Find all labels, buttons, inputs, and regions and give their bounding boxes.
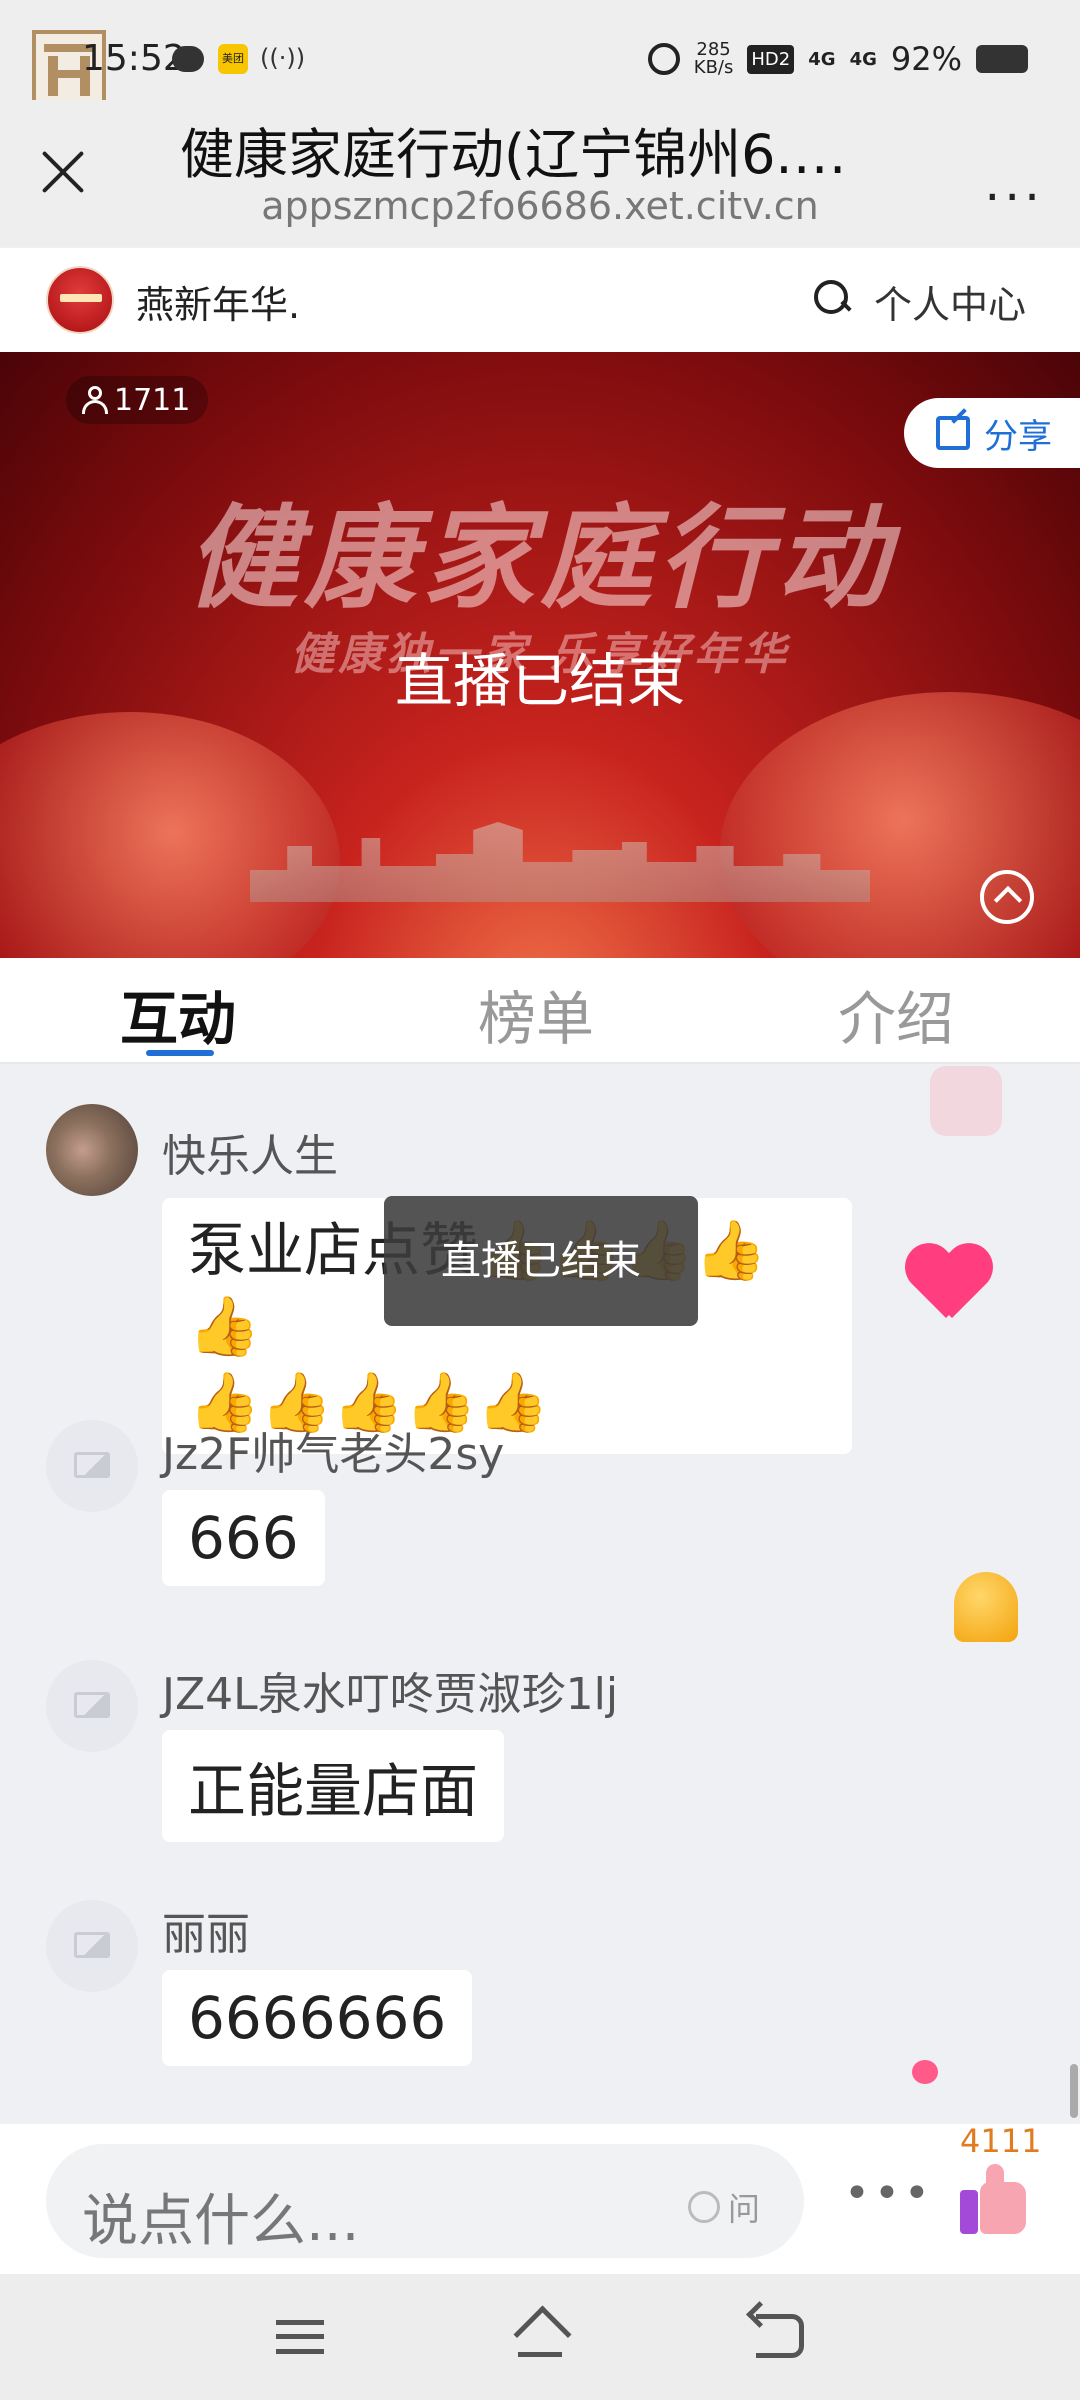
home-icon[interactable] [512,2310,568,2360]
toast-message: 直播已结束 [384,1196,698,1326]
site-logo[interactable] [46,266,114,334]
person-icon [82,386,108,414]
share-button[interactable]: 分享 [904,398,1080,468]
collapse-chevron-up-icon[interactable] [980,870,1034,924]
ask-question-toggle[interactable]: 问 [688,2184,760,2230]
page-url: appszmcp2fo6686.xet.citv.cn [261,184,819,228]
avatar-placeholder-icon[interactable] [46,1660,138,1752]
chat-bubble: 正能量店面 [162,1730,505,1842]
network-speed: 285 KB/s [693,39,734,78]
battery-percent: 92% [890,40,962,78]
status-time: 15:52 [82,38,186,79]
viewer-count: 1711 [114,382,191,418]
hd-icon: HD2 [747,44,795,74]
search-icon[interactable] [812,278,850,316]
bell-reaction-icon [954,1572,1018,1642]
system-nav-bar [0,2274,1080,2400]
wechat-icon [172,46,204,72]
more-options-button[interactable]: ••• [844,2168,934,2219]
site-header: 燕新年华. 个人中心 [0,248,1080,352]
avatar-placeholder-icon[interactable] [46,1900,138,1992]
browser-title-bar: 健康家庭行动(辽宁锦州6.… appszmcp2fo6686.xet.citv.… [0,100,1080,246]
personal-center-link[interactable]: 个人中心 [874,274,1026,329]
tab-interaction[interactable]: 互动 [120,972,236,1056]
signal-icon: 4G [849,48,877,70]
chat-username: 丽丽 [162,1909,250,1960]
avatar-placeholder-icon[interactable] [46,1420,138,1512]
chat-username: JZ4L泉水叮咚贾淑珍1lj [162,1669,619,1720]
banner-title: 健康家庭行动 [186,494,894,624]
alarm-icon [647,43,680,75]
live-ended-label: 直播已结束 [394,647,685,715]
share-label: 分享 [984,416,1052,457]
scrollbar[interactable] [1070,2064,1078,2118]
like-count: 4111 [960,2122,1042,2160]
hotspot-icon: ((·)) [260,44,306,72]
site-name[interactable]: 燕新年华. [136,274,300,329]
menu-icon[interactable] [276,2320,324,2354]
tab-introduction[interactable]: 介绍 [838,972,954,1056]
like-thumbs-up-icon[interactable] [958,2164,1028,2236]
radio-circle-icon [688,2191,720,2223]
thumbs-up-reaction-icon [930,1066,1002,1136]
more-menu-button[interactable]: ... [984,154,1044,212]
comment-input-bar: 说点什么... 问 ••• [0,2124,1080,2274]
tab-leaderboard[interactable]: 榜单 [478,972,594,1056]
heart-reaction-icon [912,2060,938,2084]
ask-label: 问 [728,2190,761,2228]
battery-icon [976,45,1028,73]
chat-username: Jz2F帅气老头2sy [162,1429,505,1480]
chat-bubble: 666 [162,1490,325,1586]
active-tab-indicator [146,1050,214,1056]
page-title: 健康家庭行动(辽宁锦州6.… [180,123,847,186]
viewer-count-badge: 1711 [66,376,209,424]
comment-placeholder: 说点什么... [82,2189,360,2254]
tab-bar: 互动 榜单 介绍 [0,958,1080,1064]
meituan-icon: 美团 [218,44,248,74]
avatar[interactable] [46,1104,138,1196]
signal-icon: 4G [808,48,836,70]
comment-input[interactable]: 说点什么... 问 [46,2144,804,2258]
share-icon [936,416,970,450]
chat-bubble: 6666666 [162,1970,473,2066]
chat-username: 快乐人生 [162,1131,338,1182]
back-icon[interactable] [756,2314,804,2358]
heart-reaction-icon [904,1246,990,1324]
